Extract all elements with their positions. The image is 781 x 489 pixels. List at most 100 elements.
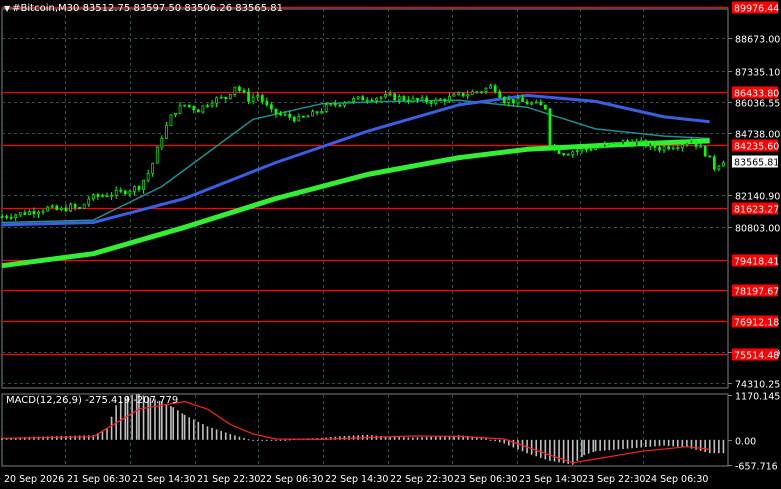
x-tick-label: 21 Sep 06:30 — [67, 474, 130, 485]
candle-body — [512, 99, 515, 104]
candle-body — [626, 140, 629, 143]
candle-body — [443, 99, 447, 102]
candle-body — [548, 108, 552, 147]
macd-histogram-bar — [592, 439, 595, 453]
macd-histogram-bar — [407, 437, 410, 440]
macd-histogram-bar — [530, 439, 533, 455]
macd-histogram-bar — [188, 417, 191, 440]
macd-histogram-bar — [83, 435, 85, 440]
macd-histogram-bar — [192, 419, 195, 440]
candle-body — [461, 92, 465, 97]
candle-body — [78, 207, 81, 209]
price-level-label: 86433.80 — [734, 89, 779, 100]
candle-body — [420, 97, 424, 101]
candle-body — [649, 142, 652, 147]
macd-histogram-bar — [658, 439, 661, 446]
y-tick-label: 74310.25 — [735, 380, 780, 391]
macd-histogram-bar — [544, 439, 547, 460]
candle-body — [324, 104, 328, 112]
candle-body — [498, 91, 502, 98]
macd-histogram-bar — [275, 439, 277, 441]
price-level-label: 76912.18 — [734, 318, 779, 329]
price-level-label: 75514.48 — [734, 351, 779, 362]
macd-histogram-bar — [699, 439, 702, 451]
candle-body — [215, 97, 218, 104]
candle-body — [553, 145, 556, 148]
macd-histogram-bar — [713, 439, 716, 454]
candle-body — [534, 101, 538, 104]
candle-body — [69, 204, 72, 212]
candle-body — [64, 207, 68, 212]
macd-histogram-bar — [535, 439, 538, 457]
price-level-label: 81623.27 — [734, 205, 779, 216]
dropdown-arrow-icon[interactable]: ▼ — [4, 4, 10, 13]
candle-body — [685, 142, 689, 145]
macd-histogram-bar — [224, 432, 227, 440]
candle-body — [425, 97, 428, 103]
macd-histogram-bar — [69, 435, 72, 440]
candle-body — [187, 104, 191, 107]
macd-histogram-bar — [60, 436, 63, 440]
macd-histogram-bar — [421, 437, 423, 440]
candle-body — [251, 96, 255, 102]
y-tick-label: 87335.10 — [735, 68, 780, 79]
candle-body — [690, 140, 693, 144]
macd-histogram-bar — [539, 439, 542, 458]
ma_slow-line — [1, 138, 710, 269]
candle-body — [712, 156, 716, 170]
chart-root: 20 Sep 2026 21 Sep 06:30 21 Sep 14:30 21 Se… — [0, 0, 781, 489]
candle-body — [306, 115, 310, 118]
candle-body — [384, 94, 387, 98]
macd-histogram-bar — [51, 436, 54, 440]
macd-histogram-bar — [718, 439, 720, 454]
macd-histogram-bar — [626, 439, 629, 449]
candle-body — [169, 114, 173, 126]
candle-body — [521, 97, 524, 103]
symbol-label: #Bitcoin — [12, 3, 55, 14]
candle-body — [192, 106, 196, 111]
candle-body — [356, 96, 360, 99]
candle-body — [137, 186, 141, 190]
x-tick-label: 22 Sep 14:30 — [325, 474, 388, 485]
candle-body — [50, 205, 54, 208]
candle-body — [210, 102, 214, 107]
candle-body — [699, 145, 702, 148]
macd-histogram-bar — [256, 439, 259, 441]
candle-body — [347, 101, 351, 104]
candle-body — [393, 93, 397, 101]
candle-body — [160, 137, 164, 148]
candle-body — [274, 108, 278, 115]
candle-body — [288, 113, 292, 118]
candle-body — [311, 111, 314, 117]
macd-histogram-bar — [622, 439, 624, 450]
candle-body — [201, 105, 205, 113]
macd-histogram-bar — [583, 439, 585, 456]
candle-body — [110, 194, 113, 197]
macd-histogram-bar — [403, 437, 405, 440]
x-tick-label: 24 Sep 06:30 — [645, 474, 708, 485]
candle-body — [105, 195, 109, 198]
macd-histogram-bar — [284, 439, 286, 441]
macd-histogram-bar — [503, 439, 506, 444]
candle-body — [9, 217, 13, 219]
candle-body — [703, 145, 707, 157]
candle-body — [165, 125, 168, 139]
x-tick-label: 21 Sep 14:30 — [132, 474, 195, 485]
x-tick-label: 23 Sep 06:30 — [454, 474, 517, 485]
y-tick-label: 86036.55 — [735, 99, 780, 110]
candle-body — [530, 102, 534, 105]
candle-body — [365, 99, 369, 102]
timeframe-label: M30 — [58, 3, 80, 14]
candle-body — [178, 105, 182, 114]
candle-body — [101, 195, 104, 198]
macd-histogram-bar — [243, 437, 245, 440]
candle-body — [457, 92, 460, 95]
macd-histogram-bar — [649, 439, 652, 447]
macd-histogram-bar — [708, 439, 711, 454]
macd-histogram-bar — [681, 439, 684, 448]
macd-histogram-bar — [581, 439, 583, 458]
macd-histogram-bar — [398, 437, 401, 440]
macd-histogram-bar — [202, 424, 204, 440]
macd-tick-label: -657.716 — [735, 462, 778, 473]
x-tick-label: 23 Sep 14:30 — [519, 474, 582, 485]
